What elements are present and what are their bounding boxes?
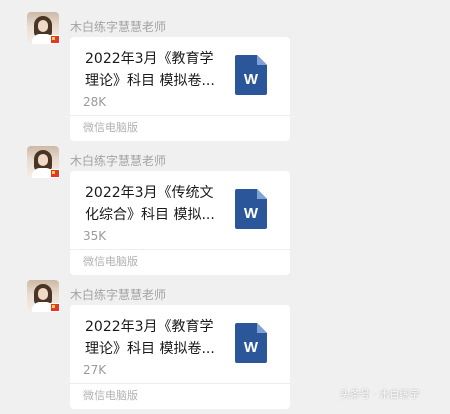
file-title: 2022年3月《教育学理论》科目 模拟卷... bbox=[85, 319, 215, 357]
file-card[interactable]: 2022年3月《教育学理论》科目 模拟卷... W 28K 微信电脑版 bbox=[70, 37, 290, 141]
source-label: 微信电脑版 bbox=[83, 121, 138, 134]
source-label: 微信电脑版 bbox=[83, 389, 138, 402]
flag-badge-icon bbox=[50, 303, 60, 312]
sender-name: 木白练字慧慧老师 bbox=[70, 20, 167, 34]
word-document-icon: W bbox=[235, 189, 267, 229]
file-title: 2022年3月《教育学理论》科目 模拟卷... bbox=[85, 51, 215, 89]
chat-message: 木白练字慧慧老师 2022年3月《教育学理论》科目 模拟卷... W 28K 微… bbox=[0, 12, 450, 146]
flag-badge-icon bbox=[50, 169, 60, 178]
file-title: 2022年3月《传统文化综合》科目 模拟... bbox=[85, 185, 215, 223]
word-document-icon: W bbox=[235, 55, 267, 95]
sender-name: 木白练字慧慧老师 bbox=[70, 288, 167, 302]
file-size: 27K bbox=[83, 363, 107, 377]
sender-name: 木白练字慧慧老师 bbox=[70, 154, 167, 168]
watermark: 头条号 · 木白练字 bbox=[340, 390, 420, 401]
file-size: 28K bbox=[83, 95, 107, 109]
file-card[interactable]: 2022年3月《传统文化综合》科目 模拟... W 35K 微信电脑版 bbox=[70, 171, 290, 275]
divider bbox=[70, 383, 290, 384]
source-label: 微信电脑版 bbox=[83, 255, 138, 268]
divider bbox=[70, 115, 290, 116]
chat-message: 木白练字慧慧老师 2022年3月《传统文化综合》科目 模拟... W 35K 微… bbox=[0, 146, 450, 280]
flag-badge-icon bbox=[50, 35, 60, 44]
file-size: 35K bbox=[83, 229, 107, 243]
divider bbox=[70, 249, 290, 250]
word-document-icon: W bbox=[235, 323, 267, 363]
file-card[interactable]: 2022年3月《教育学理论》科目 模拟卷... W 27K 微信电脑版 bbox=[70, 305, 290, 409]
